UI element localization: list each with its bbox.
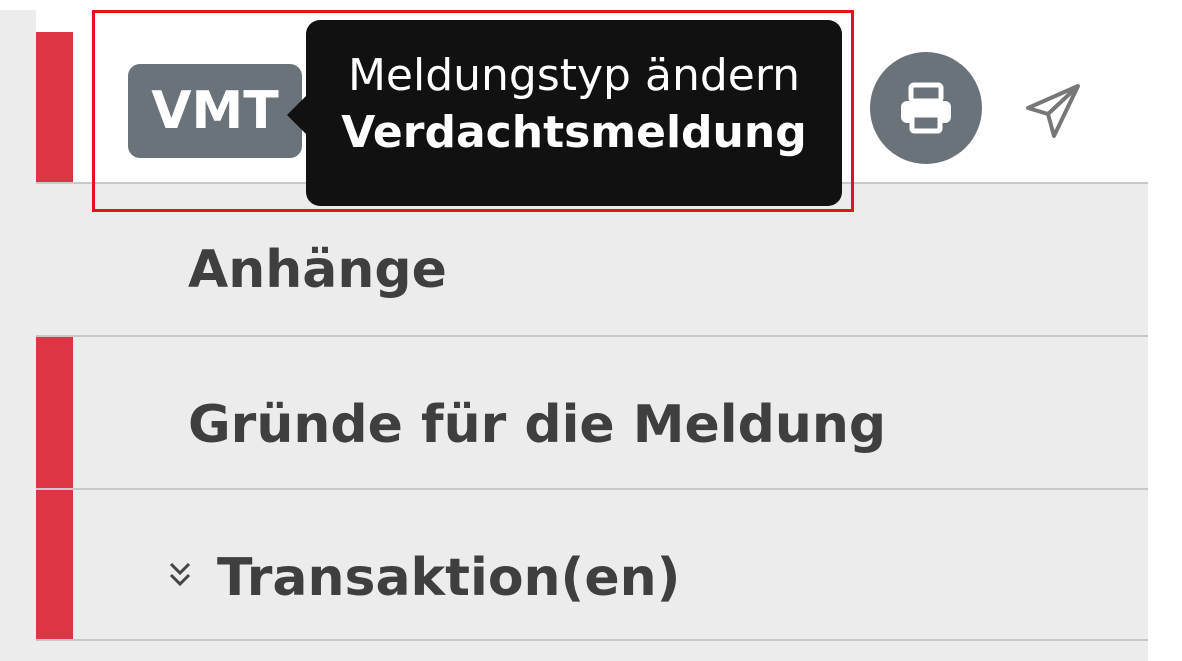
- header-status-marker: [36, 32, 73, 182]
- report-panel: VMT 41544-0-0 Meldungstyp ändern Verdach…: [36, 10, 1148, 661]
- gruende-status-marker: [36, 337, 73, 488]
- section-title-transaktion[interactable]: Transaktion(en): [217, 548, 680, 608]
- send-icon[interactable]: [1022, 80, 1084, 142]
- tooltip-arrow: [287, 96, 306, 134]
- print-icon: [901, 82, 951, 134]
- tooltip-title: Meldungstyp ändern: [347, 50, 801, 101]
- page-top-strip: [0, 0, 1182, 10]
- chevron-double-down-icon[interactable]: [168, 560, 192, 590]
- report-type-tooltip: Meldungstyp ändern Verdachtsmeldung: [306, 20, 842, 206]
- tooltip-value: Verdachtsmeldung: [341, 107, 807, 158]
- report-type-badge-label: VMT: [151, 81, 279, 141]
- left-gutter: [0, 10, 36, 661]
- section-row-next: [36, 641, 1148, 661]
- report-type-badge[interactable]: VMT: [128, 64, 302, 158]
- print-button[interactable]: [870, 52, 982, 164]
- section-title-gruende[interactable]: Gründe für die Meldung: [188, 395, 886, 455]
- transaktion-status-marker: [36, 490, 73, 639]
- section-title-anhaenge[interactable]: Anhänge: [188, 240, 447, 300]
